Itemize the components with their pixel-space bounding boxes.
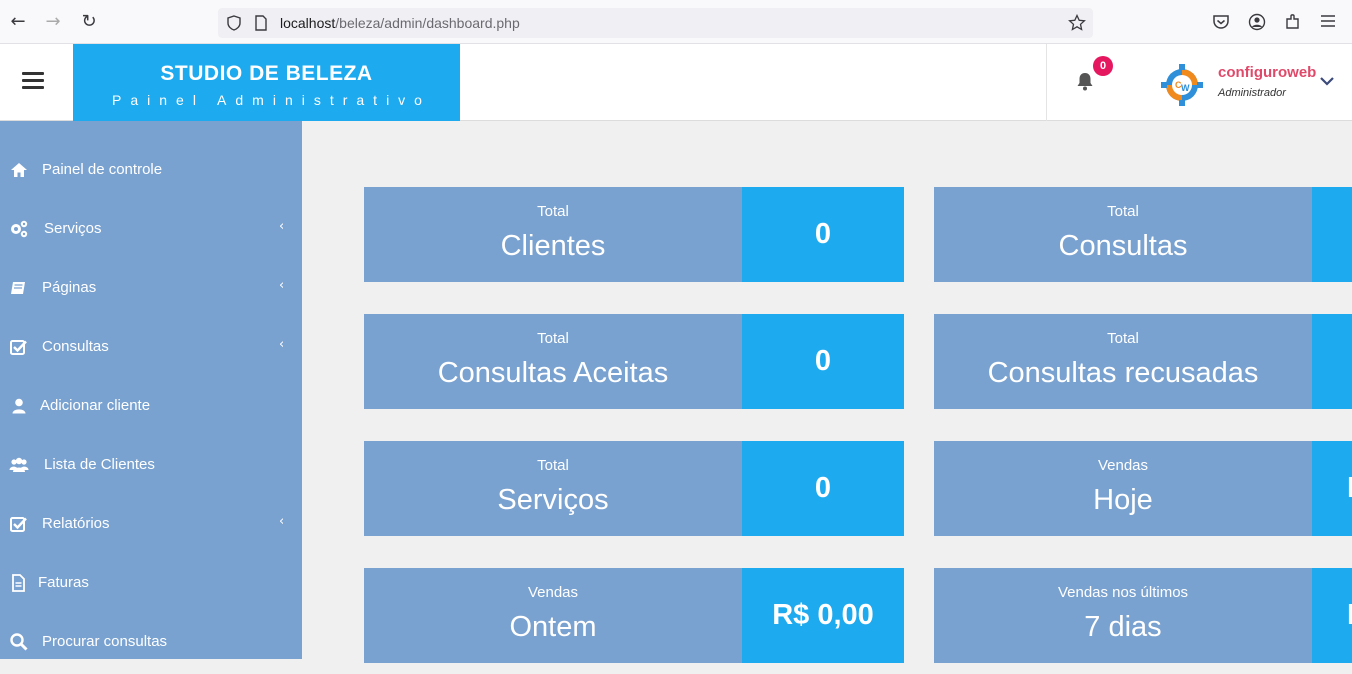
sidebar-item-servicos[interactable]: Serviços ‹: [0, 202, 302, 261]
card-total-servicos[interactable]: Total Serviços 0: [364, 441, 904, 536]
sidebar-item-lista-clientes[interactable]: Lista de Clientes: [0, 438, 302, 497]
app-header: STUDIO DE BELEZA Painel Administrativo 0…: [0, 44, 1352, 121]
sidebar-item-painel[interactable]: Painel de controle: [0, 143, 302, 202]
brand-title: STUDIO DE BELEZA: [160, 62, 373, 85]
card-title: Consultas recusadas: [987, 357, 1259, 389]
card-value: R: [1312, 568, 1352, 663]
sidebar-item-label: Serviços: [44, 220, 102, 237]
back-arrow-icon[interactable]: ←: [8, 12, 28, 32]
search-icon: [10, 633, 28, 651]
account-icon[interactable]: [1248, 13, 1266, 31]
users-icon: [9, 457, 29, 472]
card-caption: Vendas nos últimos: [1057, 584, 1189, 601]
card-caption: Total: [537, 457, 569, 474]
url-text: localhost/beleza/admin/dashboard.php: [280, 15, 520, 31]
header-divider: [1046, 44, 1047, 121]
avatar[interactable]: C W: [1160, 61, 1204, 109]
card-vendas-7-dias[interactable]: Vendas nos últimos 7 dias R: [934, 568, 1352, 663]
card-title: Consultas Aceitas: [437, 357, 669, 389]
card-value-text: R: [1347, 441, 1352, 536]
sidebar-item-adicionar-cliente[interactable]: Adicionar cliente: [0, 379, 302, 438]
file-icon: [12, 574, 25, 592]
sidebar-item-procurar-consultas[interactable]: Procurar consultas: [0, 615, 302, 674]
extensions-icon[interactable]: [1284, 13, 1302, 31]
user-icon: [12, 398, 26, 414]
card-title: Ontem: [509, 611, 597, 643]
sidebar-item-label: Faturas: [38, 574, 89, 591]
card-caption: Total: [1107, 330, 1139, 347]
chevron-left-icon: ‹: [279, 278, 285, 293]
card-consultas-recusadas[interactable]: Total Consultas recusadas: [934, 314, 1352, 409]
sidebar-item-label: Páginas: [42, 279, 97, 296]
menu-icon[interactable]: [1321, 15, 1335, 27]
sidebar-item-consultas[interactable]: Consultas ‹: [0, 320, 302, 379]
card-value: R: [1312, 441, 1352, 536]
address-bar[interactable]: localhost/beleza/admin/dashboard.php: [218, 8, 1093, 38]
card-vendas-ontem[interactable]: Vendas Ontem R$ 0,00: [364, 568, 904, 663]
card-vendas-hoje[interactable]: Vendas Hoje R: [934, 441, 1352, 536]
card-value: 0: [742, 441, 904, 536]
sidebar-item-label: Consultas: [42, 338, 109, 355]
sidebar-item-label: Relatórios: [42, 515, 110, 532]
card-title: Clientes: [500, 230, 606, 262]
reload-icon[interactable]: ↻: [79, 12, 99, 32]
card-caption: Total: [537, 330, 569, 347]
card-value: R$ 0,00: [742, 568, 904, 663]
forward-arrow-icon[interactable]: →: [43, 12, 63, 32]
check-square-icon: [10, 340, 27, 355]
pocket-icon[interactable]: [1212, 14, 1230, 30]
card-title: 7 dias: [1084, 611, 1162, 643]
chevron-left-icon: ‹: [279, 514, 285, 529]
bookmark-star-icon[interactable]: [1068, 14, 1086, 32]
chevron-left-icon: ‹: [279, 337, 285, 352]
card-value: 0: [742, 314, 904, 409]
home-icon: [11, 163, 27, 177]
browser-toolbar: ← → ↻ localhost/beleza/admin/dashboard.p…: [0, 0, 1352, 44]
card-value-text: R: [1347, 568, 1352, 663]
chevron-left-icon: ‹: [279, 219, 285, 234]
card-total-clientes[interactable]: Total Clientes 0: [364, 187, 904, 282]
cogs-icon: [11, 220, 28, 238]
card-consultas-aceitas[interactable]: Total Consultas Aceitas 0: [364, 314, 904, 409]
bell-icon[interactable]: [1076, 72, 1094, 92]
user-name[interactable]: configuroweb: [1218, 64, 1316, 81]
card-value: 0: [742, 187, 904, 282]
card-caption: Vendas: [527, 584, 579, 601]
card-title: Serviços: [497, 484, 609, 516]
sidebar-item-faturas[interactable]: Faturas: [0, 556, 302, 615]
sidebar: Painel de controle Serviços ‹ Páginas ‹ …: [0, 121, 302, 659]
sidebar-item-relatorios[interactable]: Relatórios ‹: [0, 497, 302, 556]
card-caption: Total: [1107, 203, 1139, 220]
sidebar-item-label: Procurar consultas: [42, 633, 168, 650]
brand-logo[interactable]: STUDIO DE BELEZA Painel Administrativo: [73, 44, 460, 121]
card-total-consultas[interactable]: Total Consultas: [934, 187, 1352, 282]
brand-subtitle: Painel Administrativo: [112, 92, 431, 108]
card-caption: Total: [537, 203, 569, 220]
chevron-down-icon[interactable]: [1318, 74, 1336, 88]
sidebar-item-label: Painel de controle: [42, 161, 163, 178]
url-path: /beleza/admin/dashboard.php: [335, 15, 520, 31]
page-icon: [255, 15, 267, 31]
shield-icon: [227, 15, 241, 31]
card-caption: Vendas: [1097, 457, 1149, 474]
sidebar-item-label: Adicionar cliente: [40, 397, 151, 414]
book-icon: [11, 282, 25, 294]
notification-badge: 0: [1093, 56, 1113, 76]
hamburger-menu-icon[interactable]: [22, 72, 44, 90]
card-title: Consultas: [1058, 230, 1188, 262]
svg-text:W: W: [1181, 83, 1190, 93]
card-value: [1312, 187, 1352, 282]
user-role: Administrador: [1218, 87, 1286, 99]
check-square-icon: [10, 517, 27, 532]
card-title: Hoje: [1093, 484, 1153, 516]
url-host: localhost: [280, 15, 336, 31]
card-value: [1312, 314, 1352, 409]
sidebar-item-label: Lista de Clientes: [44, 456, 155, 473]
sidebar-item-paginas[interactable]: Páginas ‹: [0, 261, 302, 320]
